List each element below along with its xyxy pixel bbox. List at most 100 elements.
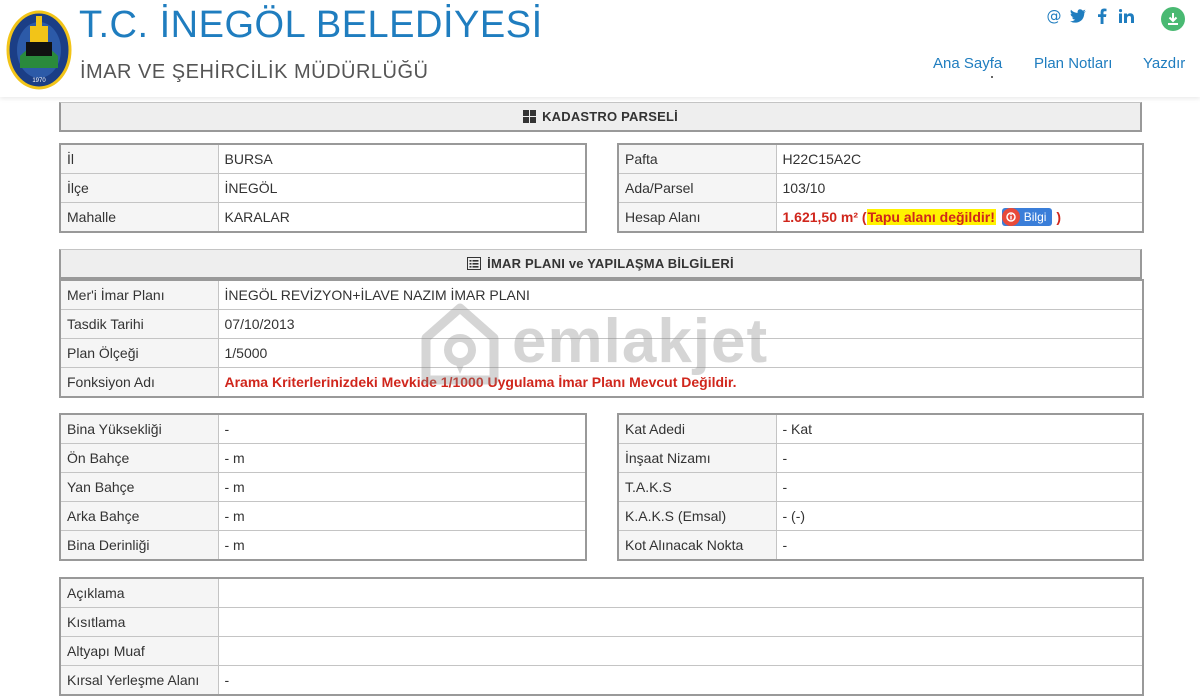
table-row: Bina Yüksekliği - [59, 413, 587, 444]
row-value: İNEGÖL REVİZYON+İLAVE NAZIM İMAR PLANI [217, 279, 1144, 310]
row-label: Açıklama [59, 577, 219, 608]
imar-heading: İMAR PLANI ve YAPILAŞMA BİLGİLERİ [59, 249, 1142, 279]
notes-table: Açıklama Kısıtlama Altyapı Muaf Kırsal Y… [59, 577, 1144, 696]
table-row: Kat Adedi - Kat [617, 413, 1144, 444]
row-label: Mahalle [59, 202, 219, 233]
row-value: - [775, 530, 1144, 561]
row-label: Plan Ölçeği [59, 338, 219, 368]
table-row: İnşaat Nizamı - [617, 443, 1144, 473]
row-value: 103/10 [775, 173, 1144, 203]
svg-text:@: @ [1047, 8, 1062, 24]
row-label: Kat Adedi [617, 413, 777, 444]
table-row: Kısıtlama [59, 607, 1144, 637]
area-value-cell: 1.621,50 m² (Tapu alanı değildir! Bilgi … [775, 202, 1144, 233]
info-button-label: Bilgi [1023, 210, 1047, 225]
table-row: Ada/Parsel 103/10 [617, 173, 1144, 203]
row-label: Bina Yüksekliği [59, 413, 219, 444]
building-left-table: Bina Yüksekliği - Ön Bahçe - m Yan Bahçe - … [59, 413, 587, 561]
table-row: Fonksiyon Adı Arama Kriterlerinizdeki Mev… [59, 367, 1144, 398]
row-label: Kırsal Yerleşme Alanı [59, 665, 219, 696]
twitter-icon[interactable] [1068, 6, 1088, 26]
table-row: Mahalle KARALAR [59, 202, 587, 233]
function-name-value: Arama Kriterlerinizdeki Mevkide 1/1000 U… [217, 367, 1144, 398]
row-value: - [217, 413, 587, 444]
row-label: Kısıtlama [59, 607, 219, 637]
row-value: - m [217, 530, 587, 561]
row-value: 1/5000 [217, 338, 1144, 368]
table-row: T.A.K.S - [617, 472, 1144, 502]
row-value: BURSA [217, 143, 587, 174]
row-label: Tasdik Tarihi [59, 309, 219, 339]
row-label: Mer'i İmar Planı [59, 279, 219, 310]
table-row: Yan Bahçe - m [59, 472, 587, 502]
grid-icon [523, 110, 537, 123]
row-value: - [775, 443, 1144, 473]
row-label: T.A.K.S [617, 472, 777, 502]
row-label: İnşaat Nizamı [617, 443, 777, 473]
row-label: İl [59, 143, 219, 174]
table-row: K.A.K.S (Emsal) - (-) [617, 501, 1144, 531]
table-row: Açıklama [59, 577, 1144, 608]
row-value [217, 636, 1144, 666]
title-deed-warning: Tapu alanı değildir! [866, 209, 996, 225]
table-row: Pafta H22C15A2C [617, 143, 1144, 174]
imar-table: Mer'i İmar Planı İNEGÖL REVİZYON+İLAVE NA… [59, 279, 1144, 398]
row-label: K.A.K.S (Emsal) [617, 501, 777, 531]
row-label: İlçe [59, 173, 219, 203]
table-row: İl BURSA [59, 143, 587, 174]
row-value: KARALAR [217, 202, 587, 233]
table-row: Kırsal Yerleşme Alanı - [59, 665, 1144, 696]
building-right-table: Kat Adedi - Kat İnşaat Nizamı - T.A.K.S - K… [617, 413, 1144, 561]
row-label: Pafta [617, 143, 777, 174]
row-label: Altyapı Muaf [59, 636, 219, 666]
list-icon [467, 257, 482, 270]
table-row: İlçe İNEGÖL [59, 173, 587, 203]
kadastro-heading: KADASTRO PARSELİ [59, 102, 1142, 132]
row-value: İNEGÖL [217, 173, 587, 203]
row-value: - m [217, 472, 587, 502]
row-label: Ön Bahçe [59, 443, 219, 473]
row-value: - [775, 472, 1144, 502]
kadastro-heading-label: KADASTRO PARSELİ [542, 109, 678, 124]
row-label: Bina Derinliği [59, 530, 219, 561]
nav-dot [991, 76, 993, 78]
page-title: T.C. İNEGÖL BELEDİYESİ [79, 4, 543, 46]
row-value: - (-) [775, 501, 1144, 531]
row-value [217, 577, 1144, 608]
email-icon[interactable]: @ [1044, 6, 1064, 26]
row-value [217, 607, 1144, 637]
table-row: Kot Alınacak Nokta - [617, 530, 1144, 561]
municipality-logo[interactable]: 1970 [6, 6, 72, 90]
row-label: Arka Bahçe [59, 501, 219, 531]
facebook-icon[interactable] [1092, 6, 1112, 26]
nav-home[interactable]: Ana Sayfa [933, 55, 1002, 72]
row-label: Fonksiyon Adı [59, 367, 219, 398]
table-row: Altyapı Muaf [59, 636, 1144, 666]
table-row: Hesap Alanı 1.621,50 m² (Tapu alanı deği… [617, 202, 1144, 233]
row-value: - m [217, 443, 587, 473]
page-subtitle: İMAR VE ŞEHİRCİLİK MÜDÜRLÜĞÜ [80, 61, 429, 83]
info-icon [1001, 208, 1020, 227]
nav-print[interactable]: Yazdır [1143, 55, 1185, 72]
row-value: - [217, 665, 1144, 696]
row-value: 07/10/2013 [217, 309, 1144, 339]
row-value: - Kat [775, 413, 1144, 444]
table-row: Plan Ölçeği 1/5000 [59, 338, 1144, 368]
table-row: Ön Bahçe - m [59, 443, 587, 473]
download-icon[interactable] [1161, 7, 1185, 31]
kadastro-left-table: İl BURSA İlçe İNEGÖL Mahalle KARALAR [59, 143, 587, 233]
info-button[interactable]: Bilgi [1001, 208, 1053, 227]
table-row: Arka Bahçe - m [59, 501, 587, 531]
site-header: 1970 T.C. İNEGÖL BELEDİYESİ İMAR VE ŞEHİ… [0, 0, 1200, 97]
nav-plan-notes[interactable]: Plan Notları [1034, 55, 1112, 72]
kadastro-right-table: Pafta H22C15A2C Ada/Parsel 103/10 Hesap Al… [617, 143, 1144, 233]
area-value: 1.621,50 m² [782, 209, 859, 225]
close-paren: ) [1056, 209, 1062, 225]
row-label: Yan Bahçe [59, 472, 219, 502]
table-row: Mer'i İmar Planı İNEGÖL REVİZYON+İLAVE NA… [59, 279, 1144, 310]
linkedin-icon[interactable] [1116, 6, 1136, 26]
row-label: Kot Alınacak Nokta [617, 530, 777, 561]
table-row: Bina Derinliği - m [59, 530, 587, 561]
imar-heading-label: İMAR PLANI ve YAPILAŞMA BİLGİLERİ [487, 256, 734, 271]
logo-year: 1970 [32, 78, 46, 84]
